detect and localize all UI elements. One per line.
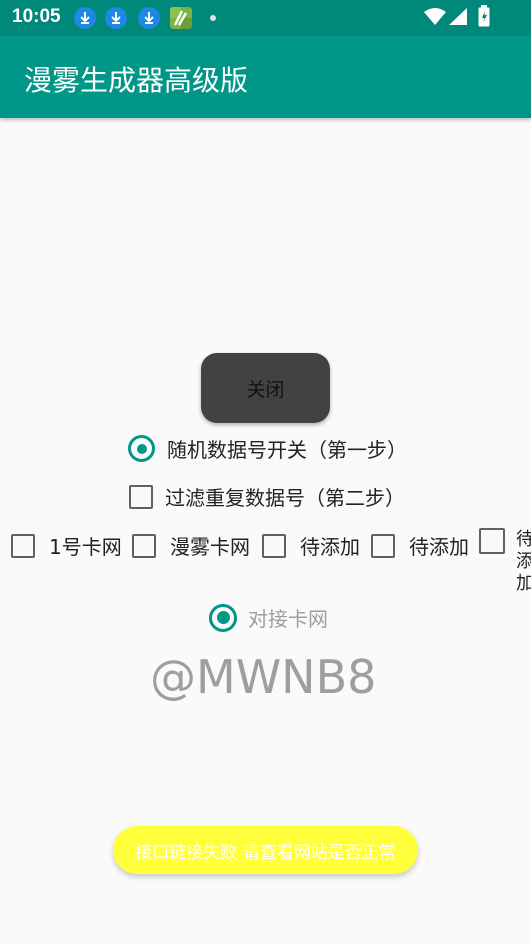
card-option-5-label: 待添加 (516, 529, 531, 594)
card-option-label: 待添加 (409, 535, 469, 559)
filter-repeat-label: 过滤重复数据号（第二步） (165, 486, 405, 510)
dock-card-radio[interactable]: 对接卡网 (209, 603, 328, 632)
random-toggle-radio[interactable]: 随机数据号开关（第一步） (128, 434, 407, 463)
card-option-label: 1号卡网 (49, 535, 122, 559)
dock-card-label: 对接卡网 (248, 607, 328, 631)
card-option-2-checkbox[interactable]: 漫雾卡网 (132, 531, 250, 560)
checkbox-icon (262, 533, 286, 558)
close-button[interactable]: 关闭 (201, 353, 330, 423)
card-option-label: 漫雾卡网 (170, 535, 250, 559)
app-title: 漫雾生成器高级版 (24, 64, 249, 97)
app-notification-icon (170, 7, 192, 29)
card-option-3-checkbox[interactable]: 待添加 (262, 531, 360, 560)
radio-checked-icon (209, 603, 237, 632)
card-option-4-checkbox[interactable]: 待添加 (371, 531, 469, 560)
random-toggle-label: 随机数据号开关（第一步） (167, 438, 407, 462)
download-icon (105, 7, 127, 29)
card-option-label: 待添加 (300, 535, 360, 559)
checkbox-icon (132, 533, 156, 558)
filter-repeat-checkbox[interactable]: 过滤重复数据号（第二步） (129, 482, 405, 511)
checkbox-icon (11, 533, 35, 558)
status-bar: 10:05 (0, 0, 531, 36)
download-icon (74, 7, 96, 29)
card-option-5-checkbox[interactable] (479, 528, 505, 554)
card-option-1-checkbox[interactable]: 1号卡网 (11, 531, 122, 560)
radio-checked-icon (128, 435, 155, 462)
wifi-icon (424, 8, 446, 30)
checkbox-icon (129, 484, 153, 509)
toast-message: 接口链接失败 请查看网站是否正常 (113, 826, 418, 874)
checkbox-icon (371, 533, 395, 558)
status-time: 10:05 (12, 6, 61, 27)
download-icon (138, 7, 160, 29)
signal-icon (448, 8, 468, 30)
battery-icon (478, 5, 490, 31)
handle-text: @MWNB8 (150, 650, 377, 704)
checkbox-icon (479, 528, 505, 554)
app-bar: 漫雾生成器高级版 (0, 36, 531, 118)
dot-icon (210, 15, 216, 21)
